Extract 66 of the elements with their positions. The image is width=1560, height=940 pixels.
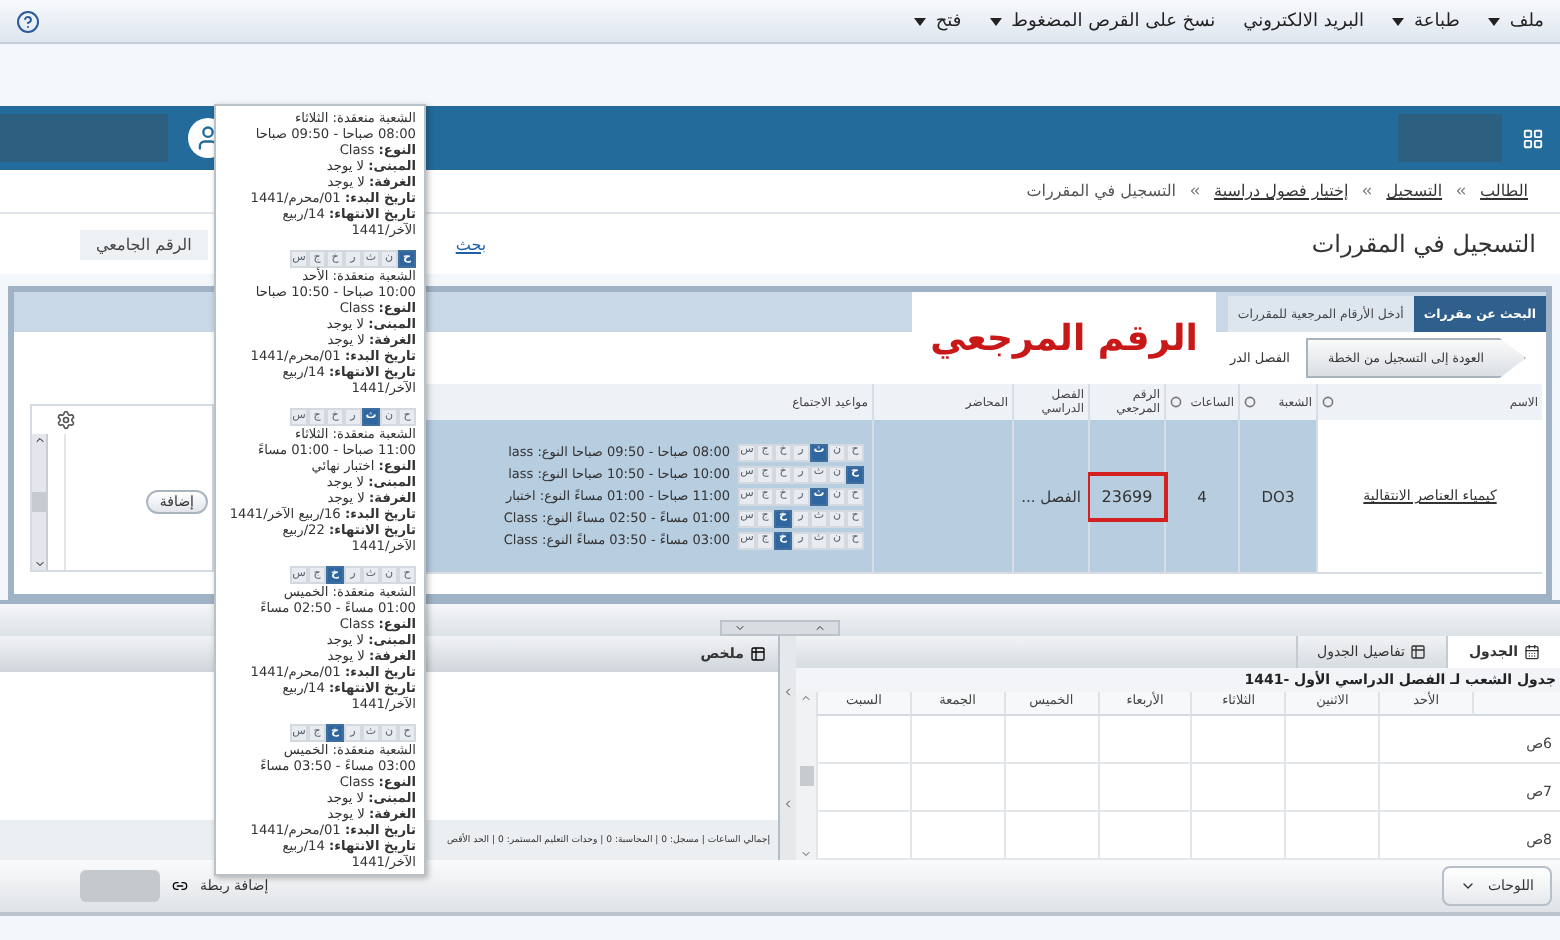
time-slot[interactable] [816, 812, 910, 860]
breadcrumb-link[interactable]: التسجيل في المقررات [1026, 182, 1177, 200]
time-slot[interactable] [816, 764, 910, 812]
caret-icon [1487, 17, 1500, 25]
time-slot[interactable] [1097, 716, 1191, 764]
expand-icon[interactable] [814, 622, 826, 634]
sort-icon[interactable] [1244, 396, 1256, 408]
toolbar-button[interactable] [80, 870, 160, 902]
separator-icon [1188, 184, 1203, 198]
splitter-handle[interactable] [720, 620, 840, 636]
scroll-down-icon[interactable] [33, 558, 45, 570]
time-slot[interactable] [1003, 764, 1098, 812]
calendar-icon [1524, 644, 1540, 660]
panel-icon [750, 646, 766, 662]
header-field[interactable] [0, 114, 168, 162]
caret-icon [1392, 17, 1405, 25]
time-slot[interactable] [1378, 716, 1472, 764]
splitter-bar[interactable] [780, 636, 796, 860]
time-slot[interactable] [816, 716, 910, 764]
time-slot[interactable] [1003, 812, 1098, 860]
breadcrumb-link[interactable]: الطالب [1480, 182, 1528, 200]
collapse-icon[interactable] [734, 622, 746, 634]
help-icon[interactable] [16, 9, 40, 33]
link-icon[interactable] [172, 878, 188, 894]
menu-item[interactable]: فتح [913, 11, 962, 31]
time-slot[interactable] [1378, 812, 1472, 860]
time-slot[interactable] [909, 764, 1004, 812]
scrollbar[interactable] [796, 692, 816, 860]
scroll-up-icon[interactable] [33, 434, 45, 446]
sort-icon[interactable] [1170, 396, 1182, 408]
time-slot[interactable] [1003, 716, 1098, 764]
separator-icon [1454, 184, 1469, 198]
search-link[interactable]: بحث [455, 235, 487, 253]
time-slot[interactable] [909, 812, 1004, 860]
time-slot[interactable] [1378, 764, 1472, 812]
scroll-up-icon[interactable] [800, 692, 812, 704]
student-id-label: الرقم الجامعي [80, 229, 208, 259]
menu-item[interactable]: نسخ على القرص المضغوط [989, 11, 1216, 31]
time-slot[interactable] [1284, 716, 1379, 764]
time-slot[interactable] [909, 716, 1004, 764]
scroll-thumb[interactable] [799, 766, 813, 786]
caret-icon [913, 17, 926, 25]
scroll-down-icon[interactable] [800, 848, 812, 860]
caret-icon [1459, 878, 1476, 894]
time-slot[interactable] [1097, 812, 1191, 860]
menu-item[interactable]: البريد الالكتروني [1243, 11, 1365, 31]
scroll-thumb[interactable] [32, 492, 46, 512]
time-slot[interactable] [1190, 764, 1285, 812]
menu-item[interactable]: ملف [1487, 11, 1544, 31]
breadcrumb-link[interactable]: إختيار فصول دراسية [1214, 182, 1349, 200]
grid-icon[interactable] [1522, 127, 1544, 149]
time-slot[interactable] [1097, 764, 1191, 812]
menu-item[interactable]: طباعة [1392, 11, 1460, 31]
sort-icon[interactable] [1322, 396, 1334, 408]
time-slot[interactable] [1190, 812, 1285, 860]
separator-icon [1360, 184, 1375, 198]
header-field[interactable] [1398, 114, 1502, 162]
scrollbar[interactable] [32, 434, 48, 570]
breadcrumb-link[interactable]: التسجيل [1386, 182, 1443, 200]
time-slot[interactable] [1190, 716, 1285, 764]
caret-icon [989, 17, 1002, 25]
time-slot[interactable] [1284, 812, 1379, 860]
page-title: التسجيل في المقررات [1311, 230, 1536, 258]
table-icon [1410, 644, 1427, 660]
settings-icon[interactable] [56, 410, 76, 430]
time-slot[interactable] [1284, 764, 1379, 812]
